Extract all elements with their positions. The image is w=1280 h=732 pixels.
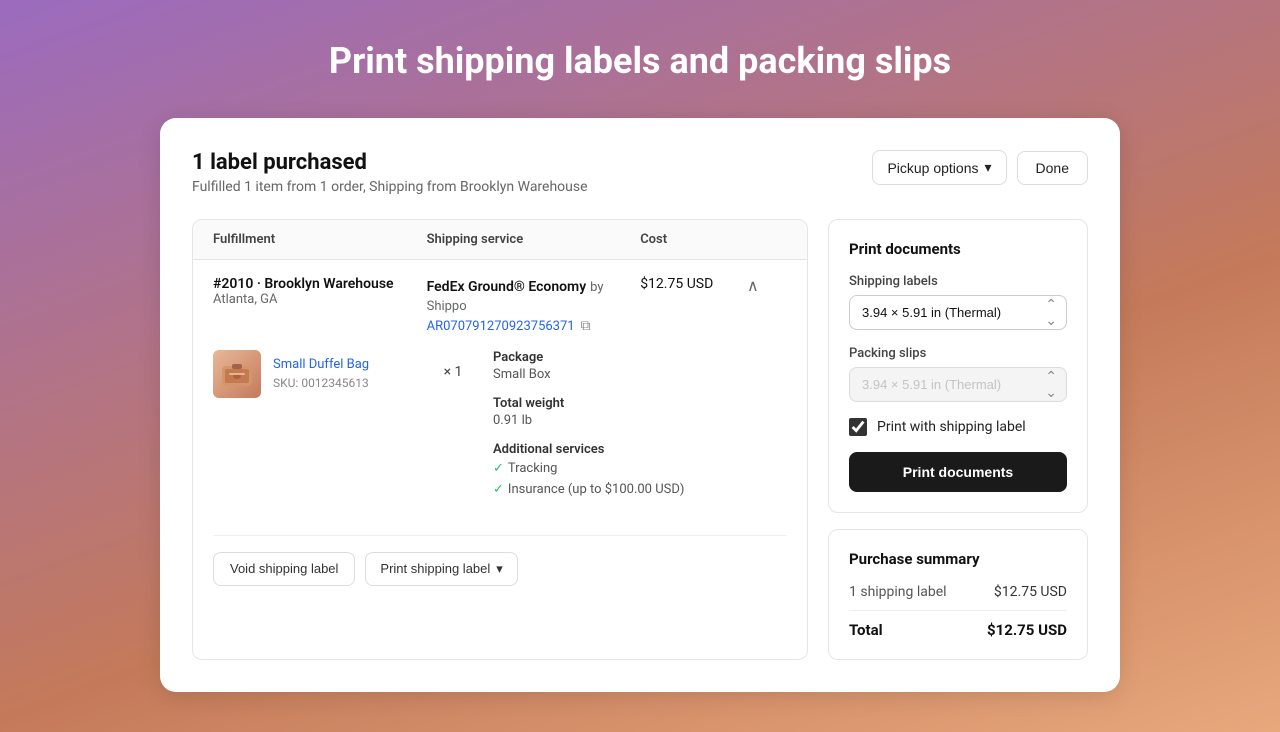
service-name-text: FedEx Ground® Economy (427, 279, 587, 295)
service-insurance: ✓Insurance (up to $100.00 USD) (493, 480, 787, 501)
shipping-labels-select[interactable]: 3.94 × 5.91 in (Thermal) (849, 295, 1067, 330)
chevron-up-icon[interactable]: ∧ (747, 276, 787, 295)
print-shipping-label-button[interactable]: Print shipping label ▾ (365, 552, 517, 586)
right-panel: Print documents Shipping labels 3.94 × 5… (828, 219, 1088, 660)
fulfillment-row-header: #2010 · Brooklyn Warehouse Atlanta, GA F… (213, 276, 787, 334)
print-documents-card: Print documents Shipping labels 3.94 × 5… (828, 219, 1088, 513)
purchase-summary-title: Purchase summary (849, 550, 1067, 568)
warehouse-location: Atlanta, GA (213, 292, 427, 307)
print-with-label-checkbox[interactable] (849, 418, 867, 436)
pickup-options-label: Pickup options (887, 160, 978, 176)
checkbox-row: Print with shipping label (849, 418, 1067, 436)
print-with-label-checkbox-label: Print with shipping label (877, 419, 1026, 435)
package-label: Package (493, 350, 787, 365)
weight-label: Total weight (493, 396, 787, 411)
print-label-text: Print shipping label (380, 561, 490, 576)
duffel-bag-image (217, 354, 257, 394)
fulfillment-panel: Fulfillment Shipping service Cost #2010 … (192, 219, 808, 660)
table-header: Fulfillment Shipping service Cost (193, 220, 807, 260)
chevron-down-icon: ▾ (985, 159, 992, 176)
header-title: 1 label purchased (192, 150, 588, 175)
pickup-options-button[interactable]: Pickup options ▾ (872, 150, 1006, 185)
cost-text: $12.75 USD (640, 276, 747, 292)
packing-slips-select[interactable]: 3.94 × 5.91 in (Thermal) (849, 367, 1067, 402)
package-section: Package Small Box (493, 350, 787, 382)
tracking-link[interactable]: AR070791270923756371 (427, 319, 575, 334)
header-info: 1 label purchased Fulfilled 1 item from … (192, 150, 588, 195)
main-content: Fulfillment Shipping service Cost #2010 … (192, 219, 1088, 660)
packing-slips-field-label: Packing slips (849, 346, 1067, 361)
card-header: 1 label purchased Fulfilled 1 item from … (192, 150, 1088, 195)
summary-line-item-value: $12.75 USD (994, 584, 1067, 600)
item-actions: Void shipping label Print shipping label… (213, 535, 787, 586)
col-actions (747, 232, 787, 247)
header-actions: Pickup options ▾ Done (872, 150, 1088, 185)
warehouse-info: #2010 · Brooklyn Warehouse Atlanta, GA (213, 276, 427, 307)
item-name-info: Small Duffel Bag SKU: 0012345613 (273, 357, 369, 391)
shipping-labels-field-label: Shipping labels (849, 274, 1067, 289)
package-value: Small Box (493, 367, 787, 382)
page-title: Print shipping labels and packing slips (329, 40, 951, 82)
void-shipping-label-button[interactable]: Void shipping label (213, 552, 355, 586)
col-fulfillment: Fulfillment (213, 232, 427, 247)
purchase-summary-card: Purchase summary 1 shipping label $12.75… (828, 529, 1088, 660)
shipping-service-name: FedEx Ground® Economy by Shippo (427, 276, 641, 314)
warehouse-name: #2010 · Brooklyn Warehouse (213, 276, 427, 292)
copy-icon[interactable]: ⧉ (581, 318, 591, 334)
item-quantity: × 1 (433, 350, 473, 380)
summary-total-row: Total $12.75 USD (849, 610, 1067, 639)
item-sku: SKU: 0012345613 (273, 376, 369, 390)
col-shipping-service: Shipping service (427, 232, 641, 247)
summary-total-label: Total (849, 621, 883, 639)
print-documents-title: Print documents (849, 240, 1067, 258)
print-documents-button[interactable]: Print documents (849, 452, 1067, 492)
weight-section: Total weight 0.91 lb (493, 396, 787, 428)
weight-value: 0.91 lb (493, 413, 787, 428)
tracking-row: AR070791270923756371 ⧉ (427, 318, 641, 334)
fulfillment-row: #2010 · Brooklyn Warehouse Atlanta, GA F… (193, 260, 807, 602)
header-subtitle: Fulfilled 1 item from 1 order, Shipping … (192, 179, 588, 195)
services-label: Additional services (493, 442, 787, 457)
service-tracking: ✓Tracking (493, 459, 787, 480)
item-image (213, 350, 261, 398)
chevron-down-print-icon: ▾ (496, 561, 503, 577)
services-list: ✓Tracking ✓Insurance (up to $100.00 USD) (493, 459, 787, 501)
done-button[interactable]: Done (1017, 151, 1088, 185)
services-section: Additional services ✓Tracking ✓Insurance… (493, 442, 787, 501)
main-card: 1 label purchased Fulfilled 1 item from … (160, 118, 1120, 692)
summary-line-item-label: 1 shipping label (849, 584, 947, 600)
shipping-labels-select-wrapper: 3.94 × 5.91 in (Thermal) ⌃⌄ (849, 295, 1067, 330)
summary-total-value: $12.75 USD (987, 621, 1067, 639)
item-details: Package Small Box Total weight 0.91 lb A… (493, 350, 787, 515)
item-row: Small Duffel Bag SKU: 0012345613 × 1 Pac… (213, 350, 787, 515)
packing-slips-select-wrapper: 3.94 × 5.91 in (Thermal) ⌃⌄ (849, 367, 1067, 402)
col-cost: Cost (640, 232, 747, 247)
item-info: Small Duffel Bag SKU: 0012345613 (213, 350, 413, 398)
item-name-link[interactable]: Small Duffel Bag (273, 357, 369, 372)
summary-line-item-row: 1 shipping label $12.75 USD (849, 584, 1067, 600)
shipping-service-info: FedEx Ground® Economy by Shippo AR070791… (427, 276, 641, 334)
